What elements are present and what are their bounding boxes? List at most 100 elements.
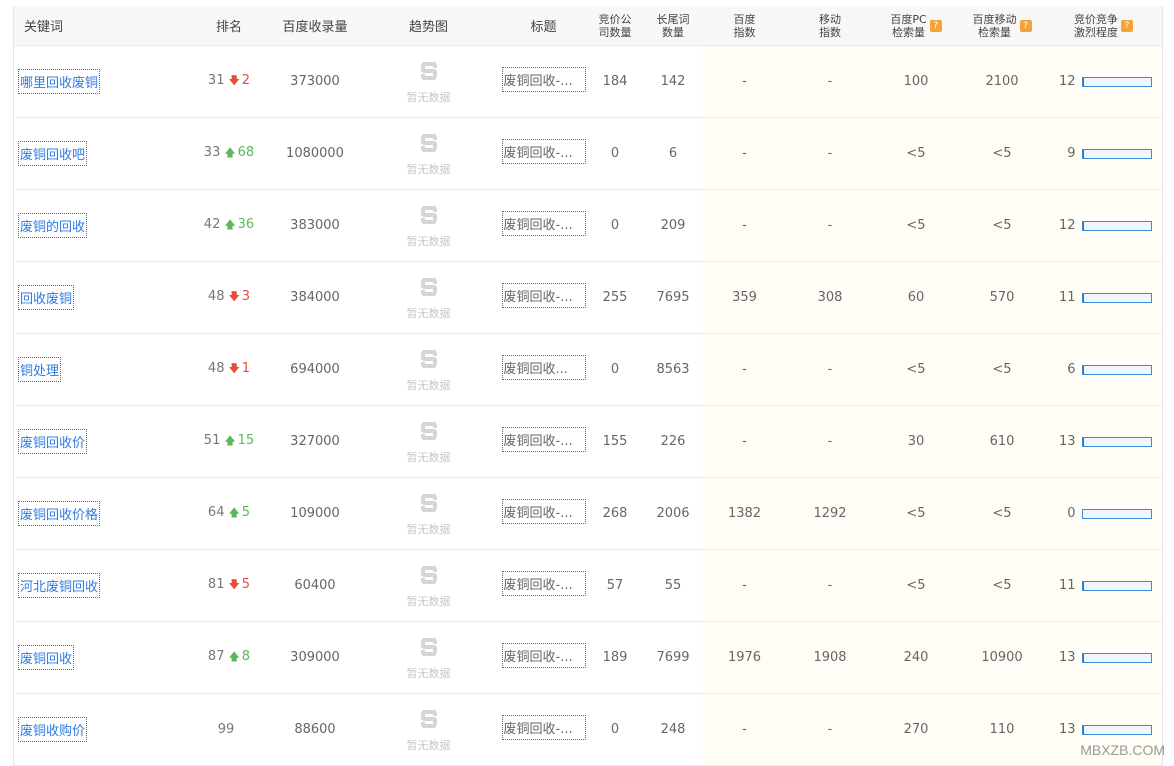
title-link[interactable]: 废铜回收-... bbox=[502, 499, 586, 524]
competition-cell: 11 bbox=[1045, 262, 1162, 334]
arrow-up-icon: 🡅 bbox=[228, 650, 239, 663]
indexed-cell: 694000 bbox=[274, 334, 356, 406]
keyword-link[interactable]: 废铜回收 bbox=[18, 645, 74, 670]
indexed-cell: 383000 bbox=[274, 190, 356, 262]
indexed-cell: 88600 bbox=[274, 694, 356, 766]
help-icon[interactable]: ? bbox=[1121, 20, 1133, 32]
keyword-link[interactable]: 废铜回收价格 bbox=[18, 501, 100, 526]
rank-value: 87 bbox=[208, 649, 225, 664]
trend-empty: 暂无数据 bbox=[407, 563, 451, 609]
pc-search-cell: <5 bbox=[873, 478, 959, 550]
title-link[interactable]: 废铜回收-... bbox=[502, 67, 586, 92]
keyword-link[interactable]: 废铜收购价 bbox=[18, 717, 87, 742]
title-cell: 废铜回收-... bbox=[501, 262, 586, 334]
keyword-cell: 回收废铜 bbox=[14, 262, 184, 334]
table-header-row: 关键词 排名 百度收录量 趋势图 标题 竞价公 司数量 长尾词 数量 百度 指数 bbox=[14, 6, 1162, 46]
pc-search-cell: 270 bbox=[873, 694, 959, 766]
title-link[interactable]: 废铜回收-... bbox=[502, 427, 586, 452]
pc-search-cell: <5 bbox=[873, 334, 959, 406]
keyword-link[interactable]: 废铜的回收 bbox=[18, 213, 87, 238]
arrow-up-icon: 🡅 bbox=[224, 218, 235, 231]
trend-logo-icon bbox=[417, 131, 441, 161]
title-link[interactable]: 废铜回收-... bbox=[502, 643, 586, 668]
competition-value: 13 bbox=[1056, 434, 1076, 449]
col-header-long-tail[interactable]: 长尾词 数量 bbox=[644, 6, 702, 46]
long-tail-cell: 8563 bbox=[644, 334, 702, 406]
title-cell: 废铜回收... bbox=[501, 334, 586, 406]
mobile-search-cell: <5 bbox=[959, 478, 1045, 550]
keyword-cell: 哪里回收废铜 bbox=[14, 46, 184, 118]
trend-placeholder: 暂无数据 bbox=[407, 233, 451, 249]
competition-bar bbox=[1082, 77, 1152, 87]
title-link[interactable]: 废铜回收... bbox=[502, 355, 586, 380]
trend-cell: 暂无数据 bbox=[356, 478, 501, 550]
trend-logo-icon bbox=[417, 707, 441, 737]
keyword-link[interactable]: 回收废铜 bbox=[18, 285, 74, 310]
rank-change: 68 bbox=[238, 145, 255, 160]
trend-cell: 暂无数据 bbox=[356, 550, 501, 622]
trend-logo-icon bbox=[417, 59, 441, 89]
help-icon[interactable]: ? bbox=[930, 20, 942, 32]
trend-empty: 暂无数据 bbox=[407, 635, 451, 681]
trend-empty: 暂无数据 bbox=[407, 275, 451, 321]
pc-search-cell: 240 bbox=[873, 622, 959, 694]
title-link[interactable]: 废铜回收-... bbox=[502, 211, 586, 236]
rank-cell: 87🡅8 bbox=[184, 622, 274, 694]
title-link[interactable]: 废铜回收-... bbox=[502, 139, 586, 164]
keyword-link[interactable]: 河北废铜回收 bbox=[18, 573, 100, 598]
help-icon[interactable]: ? bbox=[1020, 20, 1032, 32]
col-header-competition[interactable]: 竞价竞争 激烈程度 ? bbox=[1045, 6, 1162, 46]
keyword-link[interactable]: 废铜回收价 bbox=[18, 429, 87, 454]
keyword-link[interactable]: 铜处理 bbox=[18, 357, 61, 382]
keyword-link[interactable]: 废铜回收吧 bbox=[18, 141, 87, 166]
rank-change: 36 bbox=[238, 217, 255, 232]
keyword-table-container: 关键词 排名 百度收录量 趋势图 标题 竞价公 司数量 长尾词 数量 百度 指数 bbox=[13, 6, 1163, 766]
title-link[interactable]: 废铜回收-... bbox=[502, 283, 586, 308]
baidu-index-cell: - bbox=[702, 118, 787, 190]
competition-value: 11 bbox=[1056, 290, 1076, 305]
trend-logo-icon bbox=[417, 563, 441, 593]
competition-bar-fill bbox=[1083, 726, 1084, 734]
col-header-bid-companies[interactable]: 竞价公 司数量 bbox=[586, 6, 644, 46]
table-row: 河北废铜回收81🡇560400暂无数据废铜回收-...5755--<5<511 bbox=[14, 550, 1162, 622]
table-row: 废铜的回收42🡅36383000暂无数据废铜回收-...0209--<5<512 bbox=[14, 190, 1162, 262]
trend-logo-icon bbox=[417, 635, 441, 665]
col-header-keyword[interactable]: 关键词 bbox=[14, 6, 184, 46]
competition-cell: 11 bbox=[1045, 550, 1162, 622]
trend-placeholder: 暂无数据 bbox=[407, 665, 451, 681]
col-header-mobile-search[interactable]: 百度移动 检索量 ? bbox=[959, 6, 1045, 46]
indexed-cell: 309000 bbox=[274, 622, 356, 694]
mobile-index-cell: 308 bbox=[787, 262, 873, 334]
mobile-index-cell: - bbox=[787, 46, 873, 118]
arrow-down-icon: 🡇 bbox=[228, 74, 239, 87]
bid-companies-cell: 155 bbox=[586, 406, 644, 478]
keyword-cell: 废铜回收 bbox=[14, 622, 184, 694]
rank-change: 5 bbox=[242, 577, 250, 592]
rank-cell: 99 bbox=[184, 694, 274, 766]
competition-value: 12 bbox=[1056, 74, 1076, 89]
col-header-pc-search[interactable]: 百度PC 检索量 ? bbox=[873, 6, 959, 46]
title-link[interactable]: 废铜回收-... bbox=[502, 571, 586, 596]
competition-value: 13 bbox=[1056, 722, 1076, 737]
keyword-cell: 废铜收购价 bbox=[14, 694, 184, 766]
rank-cell: 42🡅36 bbox=[184, 190, 274, 262]
pc-search-cell: <5 bbox=[873, 550, 959, 622]
arrow-up-icon: 🡅 bbox=[224, 146, 235, 159]
col-header-baidu-index[interactable]: 百度 指数 bbox=[702, 6, 787, 46]
title-link[interactable]: 废铜回收-... bbox=[502, 715, 586, 740]
col-header-indexed[interactable]: 百度收录量 bbox=[274, 6, 356, 46]
rank-value: 42 bbox=[204, 217, 221, 232]
baidu-index-cell: - bbox=[702, 334, 787, 406]
competition-bar bbox=[1082, 581, 1152, 591]
keyword-link[interactable]: 哪里回收废铜 bbox=[18, 69, 100, 94]
trend-placeholder: 暂无数据 bbox=[407, 305, 451, 321]
trend-logo-icon bbox=[417, 275, 441, 305]
col-header-mobile-index[interactable]: 移动 指数 bbox=[787, 6, 873, 46]
keyword-cell: 废铜回收价格 bbox=[14, 478, 184, 550]
mobile-index-cell: - bbox=[787, 406, 873, 478]
trend-cell: 暂无数据 bbox=[356, 118, 501, 190]
arrow-down-icon: 🡇 bbox=[228, 362, 239, 375]
arrow-up-icon: 🡅 bbox=[228, 506, 239, 519]
col-header-rank[interactable]: 排名 bbox=[184, 6, 274, 46]
competition-bar bbox=[1082, 221, 1152, 231]
